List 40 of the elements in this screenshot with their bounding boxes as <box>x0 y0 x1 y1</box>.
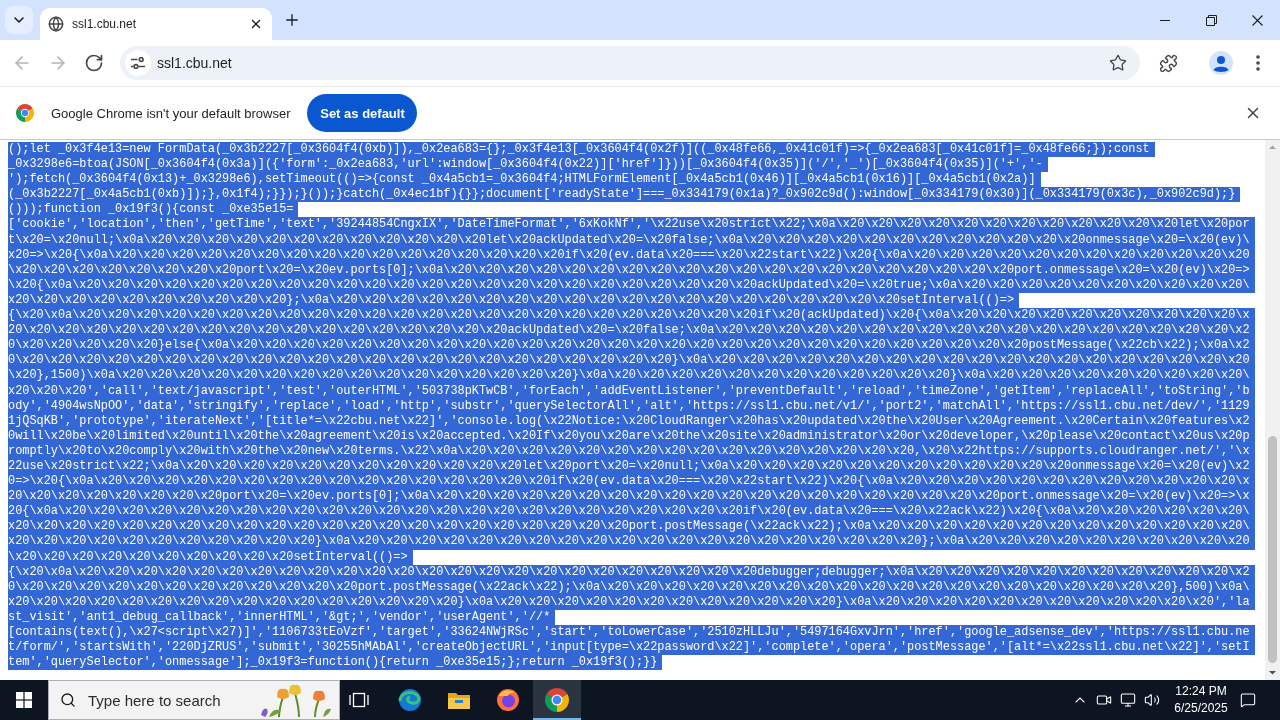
notification-icon <box>1240 692 1256 708</box>
plus-icon <box>283 11 301 29</box>
infobar-message: Google Chrome isn't your default browser <box>51 105 291 121</box>
windows-logo-icon <box>16 692 32 708</box>
monitor-icon <box>1120 692 1136 708</box>
clock-date: 6/25/2025 <box>1174 700 1228 717</box>
taskbar-app-button[interactable] <box>533 680 581 720</box>
address-bar[interactable]: ssl1.cbu.net <box>120 46 1140 80</box>
search-input[interactable]: Type here to search <box>88 691 228 709</box>
task-view-icon <box>349 692 369 708</box>
menu-icon <box>1256 55 1260 71</box>
browser-logo-icon <box>545 688 569 712</box>
restore-icon <box>1205 14 1217 26</box>
reload-icon <box>84 53 104 73</box>
browser-logo-icon <box>16 104 34 122</box>
swirl-app-icon <box>398 688 422 712</box>
tulips-icon <box>259 683 333 717</box>
flame-globe-icon <box>496 688 520 712</box>
scrollbar[interactable] <box>1265 140 1280 680</box>
minimize-icon <box>1160 19 1170 21</box>
volume-icon <box>1144 692 1160 708</box>
address-text: ssl1.cbu.net <box>157 55 233 71</box>
person-icon <box>1209 51 1233 75</box>
site-info-button[interactable] <box>125 50 151 76</box>
tune-icon <box>131 57 145 69</box>
tab-search-button[interactable] <box>5 6 33 34</box>
close-icon <box>249 17 263 31</box>
browser-tab[interactable]: ssl1.cbu.net <box>40 8 272 40</box>
clock-time: 12:24 PM <box>1175 683 1227 700</box>
globe-icon <box>48 16 64 32</box>
set-default-button[interactable]: Set as default <box>307 94 418 132</box>
scrollbar-thumb[interactable] <box>1268 436 1277 663</box>
search-icon <box>60 692 76 708</box>
puzzle-icon <box>1158 53 1178 73</box>
star-icon <box>1109 54 1127 72</box>
folder-icon <box>447 690 471 710</box>
tab-title: ssl1.cbu.net <box>72 17 138 31</box>
close-icon <box>1251 14 1263 26</box>
search-box[interactable]: Type here to search <box>48 680 340 720</box>
video-camera-icon <box>1096 692 1112 708</box>
